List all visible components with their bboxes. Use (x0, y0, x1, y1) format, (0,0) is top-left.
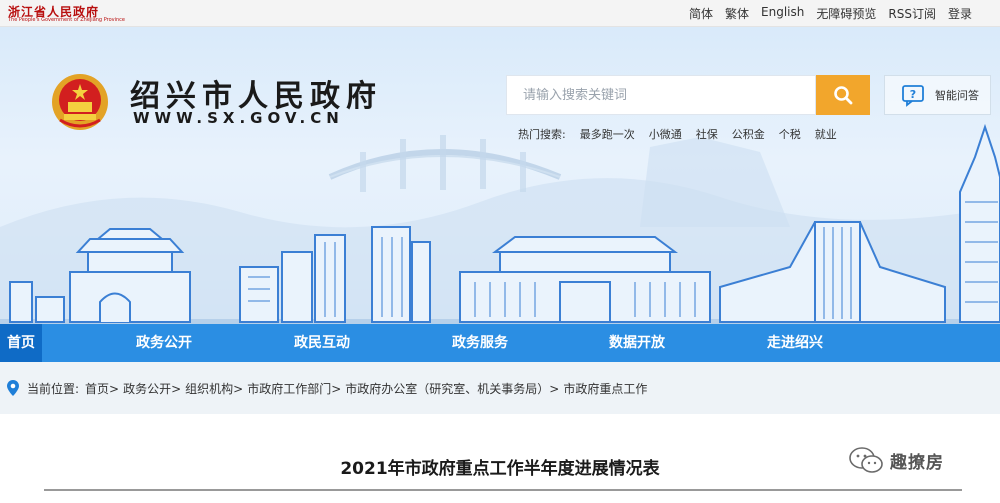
search-box (506, 75, 816, 115)
chat-question-icon: ? (902, 85, 924, 107)
breadcrumb-departments[interactable]: 市政府工作部门> (247, 380, 341, 397)
link-login[interactable]: 登录 (948, 5, 972, 22)
nav-home[interactable]: 首页 (0, 324, 42, 362)
hot-search: 热门搜索: 最多跑一次 小微通 社保 公积金 个税 就业 (518, 126, 837, 142)
hot-search-label: 热门搜索: (518, 128, 566, 141)
nav-public-interaction[interactable]: 政民互动 (284, 324, 360, 362)
search-button[interactable] (816, 75, 870, 115)
top-bar: 浙江省人民政府 The People's Government of Zheji… (0, 0, 1000, 27)
breadcrumb-general-office[interactable]: 市政府办公室（研究室、机关事务局）> (345, 380, 559, 397)
hot-search-item[interactable]: 社保 (696, 126, 718, 142)
province-subtitle: The People's Government of Zhejiang Prov… (8, 17, 125, 23)
search-input[interactable] (507, 76, 807, 114)
location-pin-icon (7, 380, 19, 396)
hot-search-item[interactable]: 公积金 (732, 126, 765, 142)
main-nav: 首页 政务公开 政民互动 政务服务 数据开放 走进绍兴 (0, 324, 1000, 362)
nav-government-services[interactable]: 政务服务 (442, 324, 518, 362)
nav-government-affairs[interactable]: 政务公开 (126, 324, 202, 362)
svg-text:?: ? (910, 88, 916, 101)
header-banner: 绍兴市人民政府 WWW.SX.GOV.CN ? 智能问答 热门搜索: 最多跑一次… (0, 27, 1000, 324)
site-domain: WWW.SX.GOV.CN (133, 109, 344, 127)
hot-search-item[interactable]: 小微通 (649, 126, 682, 142)
nav-about-shaoxing[interactable]: 走进绍兴 (757, 324, 833, 362)
breadcrumb-label: 当前位置: (27, 381, 80, 396)
wechat-icon (849, 447, 883, 473)
nav-open-data[interactable]: 数据开放 (599, 324, 675, 362)
link-english[interactable]: English (761, 5, 804, 22)
smart-qa-label: 智能问答 (935, 89, 979, 102)
smart-qa-button[interactable]: ? 智能问答 (884, 75, 991, 115)
province-logo[interactable]: 浙江省人民政府 The People's Government of Zheji… (8, 3, 128, 25)
watermark: 趣撩房 (848, 446, 944, 474)
breadcrumb-items: 当前位置: 首页> 政务公开> 组织机构> 市政府工作部门> 市政府办公室（研究… (27, 380, 647, 397)
hot-search-item[interactable]: 就业 (815, 126, 837, 142)
breadcrumb-current[interactable]: 市政府重点工作 (563, 380, 647, 397)
national-emblem-icon (52, 74, 108, 130)
title-divider (44, 489, 962, 491)
breadcrumb: 当前位置: 首页> 政务公开> 组织机构> 市政府工作部门> 市政府办公室（研究… (0, 362, 1000, 414)
breadcrumb-home[interactable]: 首页> (85, 380, 119, 397)
link-traditional[interactable]: 繁体 (725, 5, 749, 22)
hot-search-item[interactable]: 最多跑一次 (580, 126, 635, 142)
breadcrumb-government-affairs[interactable]: 政务公开> (123, 380, 181, 397)
link-rss[interactable]: RSS订阅 (888, 5, 936, 22)
link-simplified[interactable]: 简体 (689, 5, 713, 22)
hot-search-item[interactable]: 个税 (779, 126, 801, 142)
breadcrumb-organization[interactable]: 组织机构> (185, 380, 243, 397)
top-links: 简体 繁体 English 无障碍预览 RSS订阅 登录 (689, 5, 972, 22)
watermark-text: 趣撩房 (890, 452, 944, 473)
search-icon (834, 86, 853, 105)
link-accessibility[interactable]: 无障碍预览 (816, 5, 876, 22)
